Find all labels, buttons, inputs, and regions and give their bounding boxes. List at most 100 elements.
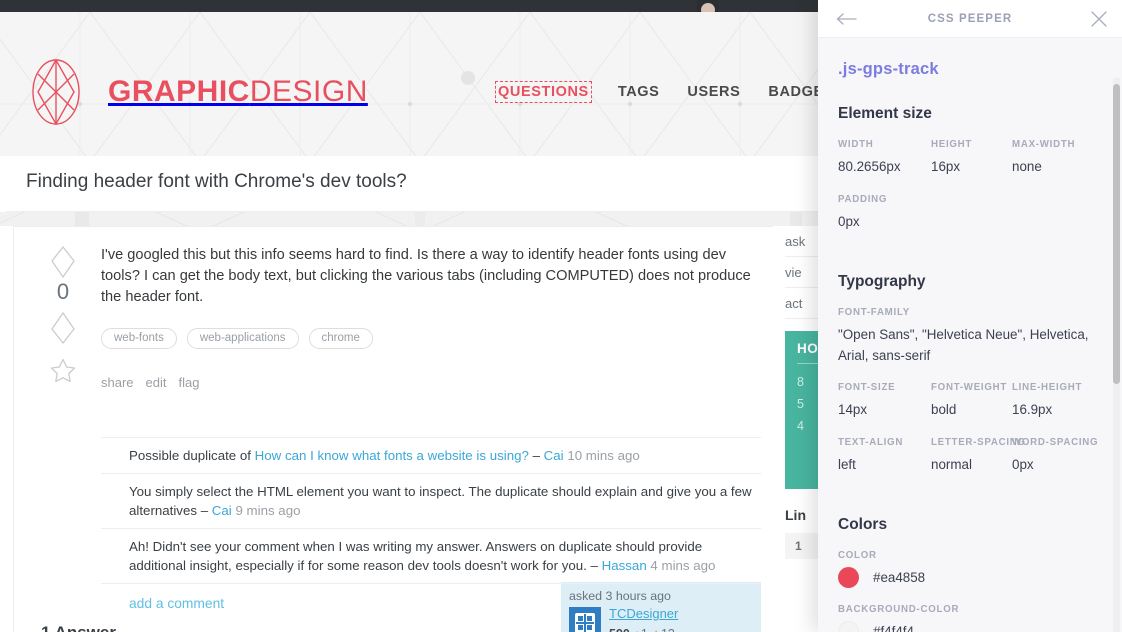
property-font-family: FONT-FAMILY "Open Sans", "Helvetica Neue… [838, 307, 1096, 382]
background-color-swatch[interactable] [838, 621, 859, 632]
comment-text: Possible duplicate of [129, 448, 255, 463]
add-comment-link[interactable]: add a comment [101, 583, 761, 621]
topbar-avatar[interactable] [697, 0, 719, 17]
section-title: Typography [838, 273, 926, 290]
tag-chrome[interactable]: chrome [308, 328, 373, 349]
favorite-star-icon[interactable] [49, 357, 77, 385]
flag-link[interactable]: flag [179, 375, 200, 390]
property-height: HEIGHT 16px [931, 139, 1012, 194]
vote-up-icon[interactable] [50, 245, 76, 279]
nav-item-users[interactable]: USERS [687, 84, 740, 100]
logo-light-text: DESIGN [249, 75, 368, 108]
answers-heading: 1 Answer [41, 623, 116, 632]
asker-reputation: 590 [609, 627, 630, 632]
main-navigation[interactable]: QUESTIONS TAGS USERS BADGES U [495, 81, 873, 103]
section-title: Element size [838, 105, 932, 122]
comment-author[interactable]: Cai [212, 503, 232, 518]
property-label: FONT-SIZE [838, 382, 896, 393]
css-peeper-body: .js-gps-track Element size WIDTH 80.2656… [818, 38, 1122, 632]
tag-web-fonts[interactable]: web-fonts [101, 328, 177, 349]
comment-author[interactable]: Hassan [602, 558, 647, 573]
property-label: TEXT-ALIGN [838, 437, 904, 448]
property-row: FONT-SIZE 14px FONT-WEIGHT bold LINE-HEI… [838, 382, 1096, 437]
css-peeper-title: CSS PEEPER [927, 12, 1013, 25]
vote-count: 0 [56, 279, 70, 304]
property-line-height: LINE-HEIGHT 16.9px [1012, 382, 1102, 437]
vote-column[interactable]: 0 [37, 245, 89, 385]
property-label: MAX-WIDTH [1012, 139, 1076, 150]
nav-item-tags[interactable]: TAGS [618, 84, 660, 100]
property-value: 0px [1012, 457, 1034, 472]
section-typography: Typography FONT-FAMILY "Open Sans", "Hel… [838, 273, 1098, 492]
section-element-size: Element size WIDTH 80.2656px HEIGHT 16px… [838, 105, 1096, 249]
property-padding: PADDING 0px [838, 194, 1096, 249]
comment-author[interactable]: Cai [544, 448, 564, 463]
property-font-size: FONT-SIZE 14px [838, 382, 931, 437]
question-post-card: 0 I've googled this but this info seems … [13, 226, 773, 632]
property-label: COLOR [838, 550, 877, 561]
silver-badge-count: 1 [641, 627, 648, 632]
property-value: 0px [838, 214, 860, 229]
vote-down-icon[interactable] [50, 311, 76, 345]
section-title: Colors [838, 516, 888, 533]
comment-list: Possible duplicate of How can I know wha… [101, 437, 761, 621]
color-swatch-row[interactable]: #f4f4f4 [838, 621, 1096, 632]
close-icon[interactable] [1090, 10, 1108, 28]
property-background-color: BACKGROUND-COLOR #f4f4f4 [838, 604, 1096, 632]
share-link[interactable]: share [101, 375, 134, 390]
post-actions[interactable]: share edit flag [101, 375, 761, 390]
list-item[interactable]: You simply select the HTML element you w… [101, 473, 761, 528]
css-peeper-panel: CSS PEEPER .js-gps-track Element size WI… [818, 0, 1122, 632]
tag-list[interactable]: web-fonts web-applications chrome [101, 328, 761, 349]
background-color-hex-value[interactable]: #f4f4f4 [873, 624, 914, 632]
arrow-left-icon[interactable] [836, 11, 858, 27]
property-value: none [1012, 159, 1042, 174]
property-value: 16.9px [1012, 402, 1053, 417]
color-swatch[interactable] [838, 567, 859, 588]
css-peeper-header: CSS PEEPER [818, 0, 1122, 38]
property-font-weight: FONT-WEIGHT bold [931, 382, 1012, 437]
post-body: I've googled this but this info seems ha… [101, 245, 761, 390]
property-value: bold [931, 402, 957, 417]
edit-link[interactable]: edit [146, 375, 167, 390]
color-swatch-row[interactable]: #ea4858 [838, 567, 1096, 588]
property-label: WIDTH [838, 139, 874, 150]
section-colors: Colors COLOR #ea4858 BACKGROUND-COLOR #f… [838, 516, 1096, 632]
asker-reputation-badges: 590 ○1 △13 [609, 624, 678, 632]
property-word-spacing: WORD-SPACING 0px [1012, 437, 1102, 492]
property-width: WIDTH 80.2656px [838, 139, 931, 194]
property-value: 14px [838, 402, 868, 417]
bronze-badge-icon: △ [651, 627, 661, 632]
property-row: TEXT-ALIGN left LETTER-SPACING normal WO… [838, 437, 1098, 492]
logo-bold-text: GRAPHIC [108, 75, 250, 108]
comment-time: 4 mins ago [646, 558, 716, 573]
property-letter-spacing: LETTER-SPACING normal [931, 437, 1026, 492]
property-label: FONT-FAMILY [838, 307, 910, 318]
site-logo-text: GRAPHICDESIGN [108, 75, 368, 109]
property-max-width: MAX-WIDTH none [1012, 139, 1102, 194]
nav-item-questions[interactable]: QUESTIONS [495, 81, 592, 103]
list-item[interactable]: Possible duplicate of How can I know wha… [101, 437, 761, 473]
list-item[interactable]: Ah! Didn't see your comment when I was w… [101, 528, 761, 583]
page-title: Finding header font with Chrome's dev to… [26, 171, 407, 192]
tag-web-applications[interactable]: web-applications [186, 328, 299, 349]
graphic-design-logo-icon [32, 58, 80, 126]
property-text-align: TEXT-ALIGN left [838, 437, 931, 492]
site-logo[interactable]: GRAPHICDESIGN [18, 54, 368, 130]
scrollbar-thumb[interactable] [1113, 84, 1120, 384]
property-label: FONT-WEIGHT [931, 382, 1008, 393]
inspected-selector: .js-gps-track [838, 60, 939, 78]
property-label: BACKGROUND-COLOR [838, 604, 960, 615]
comment-time: 10 mins ago [563, 448, 640, 463]
bronze-badge-count: 13 [661, 627, 675, 632]
property-row: FONT-FAMILY "Open Sans", "Helvetica Neue… [838, 307, 1096, 382]
color-hex-value[interactable]: #ea4858 [873, 570, 925, 585]
comment-link[interactable]: How can I know what fonts a website is u… [255, 448, 529, 463]
property-value: 16px [931, 159, 961, 174]
comment-time: 9 mins ago [231, 503, 301, 518]
property-label: PADDING [838, 194, 888, 205]
comment-dash: – [197, 503, 212, 518]
property-label: WORD-SPACING [1012, 437, 1099, 448]
comment-dash: – [528, 448, 544, 463]
property-label: LETTER-SPACING [931, 437, 1026, 448]
